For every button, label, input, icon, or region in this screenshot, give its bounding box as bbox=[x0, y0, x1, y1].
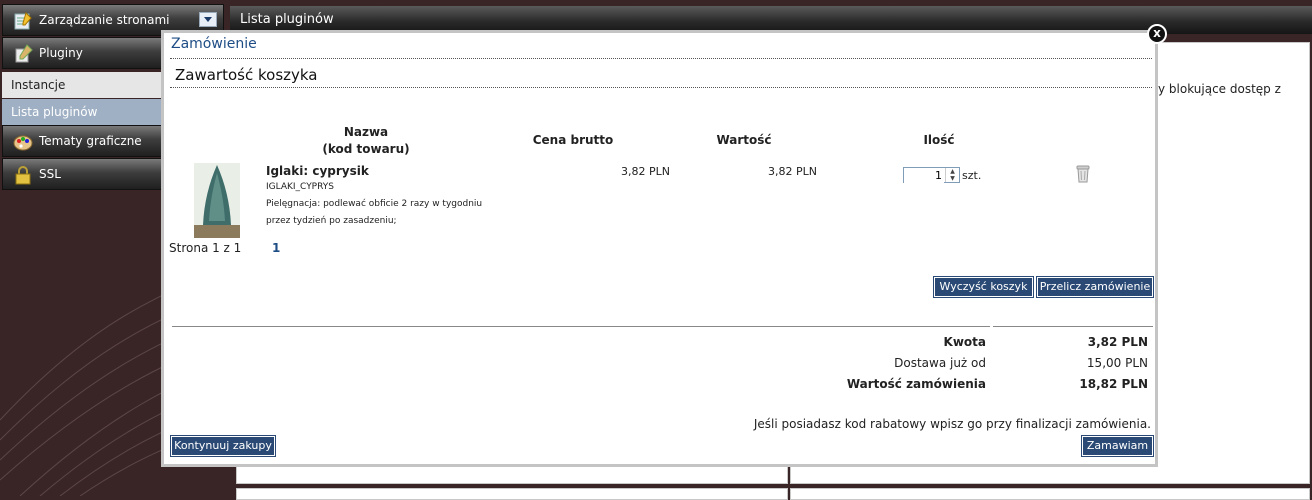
sidebar-item-label: Pluginy bbox=[39, 46, 83, 60]
divider bbox=[993, 326, 1153, 327]
column-header-quantity: Ilość bbox=[923, 133, 955, 147]
column-header-label: (kod towaru) bbox=[322, 142, 410, 156]
clear-cart-button[interactable]: Wyczyść koszyk bbox=[933, 276, 1034, 298]
product-image bbox=[194, 163, 240, 238]
delivery-label: Dostawa już od bbox=[894, 356, 986, 370]
modal-title: Zamówienie bbox=[171, 36, 257, 52]
column-header-value: Wartość bbox=[716, 133, 772, 147]
delivery-value: 15,00 PLN bbox=[1086, 356, 1148, 370]
sidebar-item-label: Lista pluginów bbox=[11, 105, 98, 119]
place-order-button[interactable]: Zamawiam bbox=[1081, 435, 1154, 457]
sidebar-item-label: Instancje bbox=[11, 78, 66, 92]
page-title: Lista pluginów bbox=[240, 12, 334, 27]
column-header-name: Nazwa (kod towaru) bbox=[306, 125, 426, 156]
close-icon[interactable]: x bbox=[1147, 24, 1167, 44]
discount-note: Jeśli posiadasz kod rabatowy wpisz go pr… bbox=[753, 417, 1151, 431]
background-text: y blokujące dostęp z bbox=[1158, 82, 1281, 96]
padlock-icon bbox=[15, 166, 31, 185]
product-code: IGLAKI_CYPRYS bbox=[266, 182, 335, 192]
product-price: 3,82 PLN bbox=[621, 165, 670, 178]
column-header-label: Nazwa bbox=[343, 125, 389, 139]
divider bbox=[170, 58, 1152, 59]
quantity-unit: szt. bbox=[962, 169, 982, 182]
sidebar-item-label: Tematy graficzne bbox=[39, 134, 142, 148]
product-note: Pielęgnacja: podlewać obficie 2 razy w t… bbox=[266, 199, 483, 209]
pencil-icon bbox=[15, 44, 33, 63]
amount-label: Kwota bbox=[943, 335, 986, 349]
content-panel bbox=[790, 488, 1310, 500]
pagination-label: Strona 1 z 1 bbox=[169, 241, 242, 255]
product-note: przez tydzień po zasadzeniu; bbox=[266, 216, 397, 226]
palette-icon bbox=[13, 135, 33, 151]
divider bbox=[172, 326, 990, 327]
product-value: 3,82 PLN bbox=[768, 165, 817, 178]
divider bbox=[170, 87, 1152, 88]
order-total-value: 18,82 PLN bbox=[1079, 377, 1148, 391]
stepper-arrows[interactable]: ▲ ▼ bbox=[945, 168, 959, 182]
pagination-page-link[interactable]: 1 bbox=[272, 241, 280, 255]
trash-icon[interactable] bbox=[1075, 163, 1091, 183]
chevron-down-icon[interactable]: ▼ bbox=[946, 175, 959, 182]
sidebar-item-label: Zarządzanie stronami bbox=[39, 13, 170, 27]
chevron-down-icon[interactable] bbox=[199, 12, 217, 27]
order-total-label: Wartość zamówienia bbox=[846, 377, 986, 391]
column-header-price: Cena brutto bbox=[532, 133, 614, 147]
section-title: Zawartość koszyka bbox=[175, 66, 318, 84]
chevron-up-icon[interactable]: ▲ bbox=[946, 168, 959, 175]
product-name: Iglaki: cyprysik bbox=[266, 164, 369, 178]
notepad-icon bbox=[14, 12, 32, 30]
recalculate-button[interactable]: Przelicz zamówienie bbox=[1036, 276, 1154, 298]
quantity-input[interactable] bbox=[904, 168, 944, 183]
continue-shopping-button[interactable]: Kontynuuj zakupy bbox=[170, 435, 276, 457]
amount-value: 3,82 PLN bbox=[1087, 335, 1148, 349]
sidebar-item-label: SSL bbox=[39, 167, 61, 181]
quantity-stepper[interactable]: ▲ ▼ bbox=[903, 167, 960, 183]
content-panel bbox=[236, 488, 788, 500]
order-modal: Zamówienie Zawartość koszyka Nazwa (kod … bbox=[161, 30, 1158, 467]
